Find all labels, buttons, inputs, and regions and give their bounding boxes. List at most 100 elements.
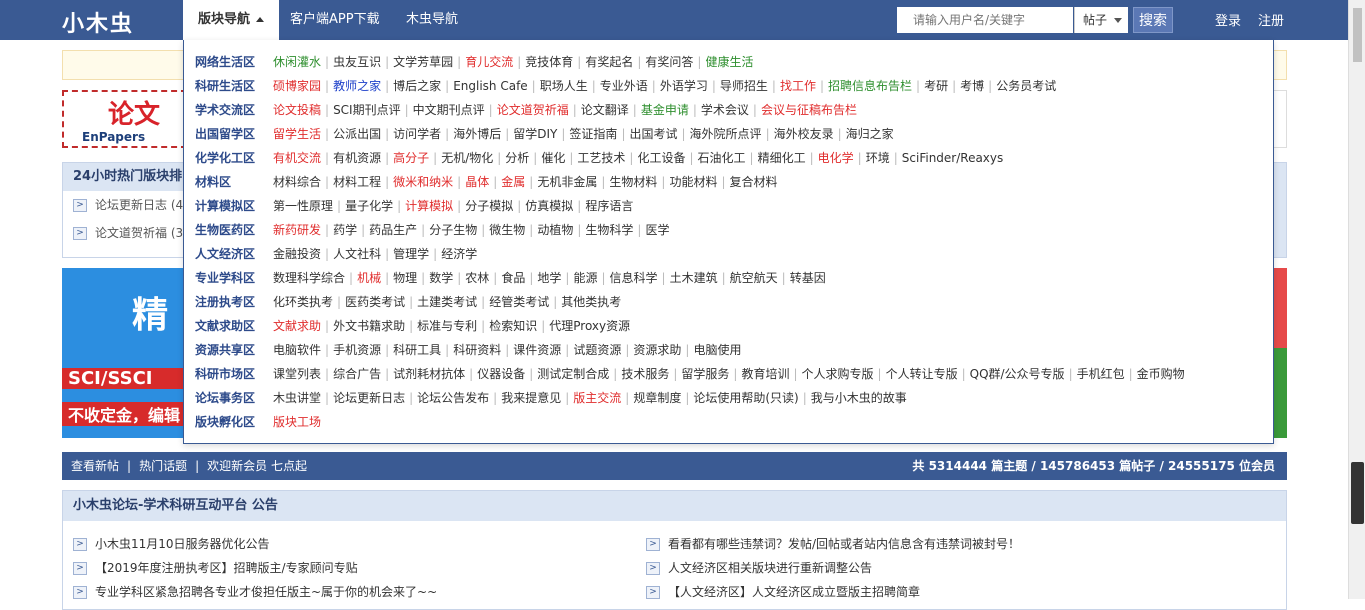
board-link[interactable]: 竞技体育 xyxy=(525,55,573,69)
board-link[interactable]: 管理学 xyxy=(393,247,429,261)
register-link[interactable]: 注册 xyxy=(1258,10,1284,29)
board-link[interactable]: 找工作 xyxy=(780,79,816,93)
board-link[interactable]: 分析 xyxy=(505,151,529,165)
board-link[interactable]: 教师之家 xyxy=(333,79,381,93)
board-link[interactable]: 虫友互识 xyxy=(333,55,381,69)
board-link[interactable]: 课件资源 xyxy=(513,343,561,357)
category-title[interactable]: 版块孵化区 xyxy=(195,410,255,434)
board-link[interactable]: 外文书籍求助 xyxy=(333,319,405,333)
board-link[interactable]: 访问学者 xyxy=(393,127,441,141)
board-link[interactable]: 我来提意见 xyxy=(501,391,561,405)
board-link[interactable]: 木虫讲堂 xyxy=(273,391,321,405)
board-link[interactable]: 数学 xyxy=(429,271,453,285)
board-link[interactable]: 考博 xyxy=(960,79,984,93)
board-link[interactable]: 代理Proxy资源 xyxy=(549,319,630,333)
board-link[interactable]: SciFinder/Reaxys xyxy=(902,151,1003,165)
board-link[interactable]: 无机/物化 xyxy=(441,151,493,165)
welcome-new-member[interactable]: 欢迎新会员 七点起 xyxy=(207,459,307,473)
category-title[interactable]: 专业学科区 xyxy=(195,266,255,290)
board-link[interactable]: 专业外语 xyxy=(600,79,648,93)
category-title[interactable]: 科研市场区 xyxy=(195,362,255,386)
board-link[interactable]: 文献求助 xyxy=(273,319,321,333)
category-title[interactable]: 文献求助区 xyxy=(195,314,255,338)
board-link[interactable]: 试剂耗材抗体 xyxy=(393,367,465,381)
category-title[interactable]: 化学化工区 xyxy=(195,146,255,170)
board-link[interactable]: 考研 xyxy=(924,79,948,93)
board-link[interactable]: 博后之家 xyxy=(393,79,441,93)
board-link[interactable]: 电脑软件 xyxy=(273,343,321,357)
board-link[interactable]: 休闲灌水 xyxy=(273,55,321,69)
board-link[interactable]: 有奖问答 xyxy=(645,55,693,69)
board-link[interactable]: 个人求购专版 xyxy=(802,367,874,381)
nav-board-navigation[interactable]: 版块导航 xyxy=(183,0,279,40)
board-link[interactable]: 功能材料 xyxy=(669,175,717,189)
board-link[interactable]: 电化学 xyxy=(818,151,854,165)
board-link[interactable]: 化工设备 xyxy=(637,151,685,165)
board-link[interactable]: 签证指南 xyxy=(569,127,617,141)
board-link[interactable]: 催化 xyxy=(541,151,565,165)
list-item[interactable]: > 人文经济区相关版块进行重新调整公告 xyxy=(646,559,872,576)
list-item[interactable]: > 论坛更新日志 (4 xyxy=(63,191,186,219)
board-link[interactable]: 航空航天 xyxy=(730,271,778,285)
board-link[interactable]: 食品 xyxy=(501,271,525,285)
search-type-select[interactable]: 帖子 xyxy=(1074,7,1128,33)
board-link[interactable]: 机械 xyxy=(357,271,381,285)
board-link[interactable]: 论文翻译 xyxy=(581,103,629,117)
board-link[interactable]: 材料工程 xyxy=(333,175,381,189)
category-title[interactable]: 计算模拟区 xyxy=(195,194,255,218)
board-link[interactable]: 会议与征稿布告栏 xyxy=(761,103,857,117)
board-link[interactable]: 硕博家园 xyxy=(273,79,321,93)
ad-banner-right-2[interactable] xyxy=(1273,268,1287,438)
category-title[interactable]: 生物医药区 xyxy=(195,218,255,242)
board-link[interactable]: 土建类考试 xyxy=(417,295,477,309)
board-link[interactable]: 育儿交流 xyxy=(465,55,513,69)
board-link[interactable]: 物理 xyxy=(393,271,417,285)
board-link[interactable]: 晶体 xyxy=(465,175,489,189)
board-link[interactable]: 程序语言 xyxy=(585,199,633,213)
category-title[interactable]: 论坛事务区 xyxy=(195,386,255,410)
board-link[interactable]: 我与小木虫的故事 xyxy=(811,391,907,405)
board-link[interactable]: 金属 xyxy=(501,175,525,189)
board-link[interactable]: 微生物 xyxy=(489,223,525,237)
board-link[interactable]: 其他类执考 xyxy=(561,295,621,309)
category-title[interactable]: 注册执考区 xyxy=(195,290,255,314)
board-link[interactable]: 数理科学综合 xyxy=(273,271,345,285)
board-link[interactable]: 职场人生 xyxy=(540,79,588,93)
login-link[interactable]: 登录 xyxy=(1215,10,1241,29)
board-link[interactable]: 经管类考试 xyxy=(489,295,549,309)
board-link[interactable]: 金融投资 xyxy=(273,247,321,261)
category-title[interactable]: 网络生活区 xyxy=(195,50,255,74)
board-link[interactable]: 资源求助 xyxy=(633,343,681,357)
list-item[interactable]: > 【2019年度注册执考区】招聘版主/专家顾问专贴 xyxy=(73,559,358,576)
board-link[interactable]: 转基因 xyxy=(790,271,826,285)
board-link[interactable]: 论坛使用帮助(只读) xyxy=(693,391,798,405)
category-title[interactable]: 科研生活区 xyxy=(195,74,255,98)
board-link[interactable]: 导师招生 xyxy=(720,79,768,93)
board-link[interactable]: 海外校友录 xyxy=(774,127,834,141)
list-item[interactable]: > 小木虫11月10日服务器优化公告 xyxy=(73,535,270,552)
board-link[interactable]: 分子生物 xyxy=(429,223,477,237)
board-link[interactable]: 留学服务 xyxy=(681,367,729,381)
board-link[interactable]: 综合广告 xyxy=(333,367,381,381)
board-link[interactable]: 留学DIY xyxy=(513,127,557,141)
board-link[interactable]: 出国考试 xyxy=(629,127,677,141)
board-link[interactable]: 公务员考试 xyxy=(996,79,1056,93)
nav-app-download[interactable]: 客户端APP下载 xyxy=(290,0,380,40)
board-link[interactable]: 有奖起名 xyxy=(585,55,633,69)
list-item[interactable]: > 看看都有哪些违禁词？发帖/回帖或者站内信息含有违禁词被封号！ xyxy=(646,535,1020,552)
board-link[interactable]: 海归之家 xyxy=(846,127,894,141)
board-link[interactable]: 分子模拟 xyxy=(465,199,513,213)
board-link[interactable]: 试题资源 xyxy=(573,343,621,357)
board-link[interactable]: 个人转让专版 xyxy=(886,367,958,381)
board-link[interactable]: 新药研发 xyxy=(273,223,321,237)
board-link[interactable]: 论文投稿 xyxy=(273,103,321,117)
board-link[interactable]: 科研工具 xyxy=(393,343,441,357)
board-link[interactable]: 海外博后 xyxy=(453,127,501,141)
scrollbar-thumb[interactable] xyxy=(1353,8,1362,62)
board-link[interactable]: 健康生活 xyxy=(705,55,753,69)
hot-topics-link[interactable]: 热门话题 xyxy=(139,459,187,473)
board-link[interactable]: 学术会议 xyxy=(701,103,749,117)
ad-banner-right[interactable] xyxy=(1273,90,1287,148)
page-scrollbar[interactable] xyxy=(1348,0,1365,599)
board-link[interactable]: 药品生产 xyxy=(369,223,417,237)
